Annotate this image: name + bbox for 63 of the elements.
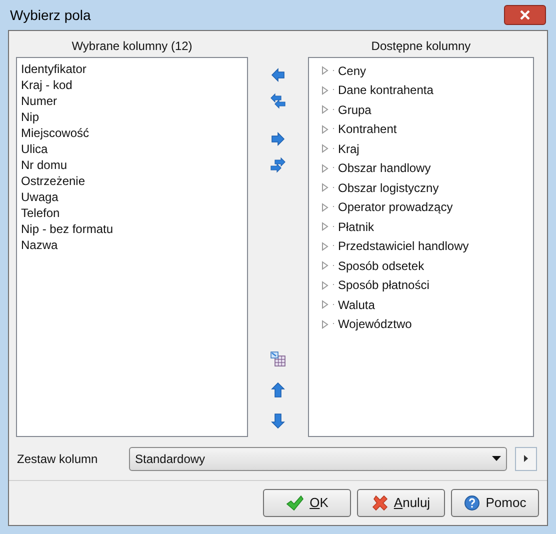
tree-item[interactable]: Dane kontrahenta [338,82,434,98]
expander-icon[interactable] [321,144,329,154]
tree-item[interactable]: Kontrahent [338,121,397,138]
column-set-label: Zestaw kolumn [17,450,99,468]
tree-item[interactable]: Sposób płatności [338,277,430,294]
arrow-right-icon [270,131,286,147]
list-item[interactable]: Nip - bez formatu [20,221,114,237]
list-item[interactable]: Nr domu [20,157,68,173]
cross-icon [372,495,388,511]
grid-columns-icon [270,351,286,367]
list-item[interactable]: Kraj - kod [20,77,74,93]
expander-icon[interactable] [321,183,329,192]
double-arrow-left-icon [270,93,286,109]
list-item[interactable]: Numer [20,93,58,109]
list-item[interactable]: Miejscowość [20,125,90,141]
expander-icon[interactable] [321,300,329,310]
available-columns-heading: Dostępne kolumny [370,38,472,55]
expander-icon[interactable] [321,261,329,270]
list-item[interactable]: Telefon [20,205,61,221]
expander-icon[interactable] [321,320,329,329]
tree-item[interactable]: Płatnik [338,218,374,235]
tree-item[interactable]: Województwo [338,316,412,332]
expander-icon[interactable] [321,202,329,212]
list-item[interactable]: Ostrzeżenie [20,173,86,189]
arrow-up-icon [270,382,286,398]
arrow-left-icon [270,67,286,83]
expander-icon[interactable] [321,66,329,76]
close-button[interactable] [504,5,546,25]
tree-item[interactable]: Ceny [338,62,366,79]
help-button[interactable]: Pomoc [451,489,539,517]
tree-item[interactable]: Kraj [338,140,360,157]
help-icon [464,495,480,511]
list-item[interactable]: Nip [20,109,40,125]
close-icon [520,10,530,20]
tree-item[interactable]: Operator prowadzący [338,199,453,216]
arrow-down-icon [270,413,286,429]
tree-item[interactable]: Przedstawiciel handlowy [338,238,469,254]
list-item[interactable]: Identyfikator [20,61,88,77]
caret-right-icon [524,455,528,462]
ok-button[interactable]: OK [263,489,351,517]
tree-item[interactable]: Waluta [338,296,375,313]
expander-icon[interactable] [321,242,329,251]
dropdown-caret-icon [492,456,501,461]
tree-item[interactable]: Obszar logistyczny [338,180,439,196]
more-button[interactable] [515,446,537,470]
expander-icon[interactable] [321,222,329,232]
list-item[interactable]: Uwaga [20,189,60,205]
tree-item[interactable]: Grupa [338,102,372,118]
expander-icon[interactable] [321,105,329,114]
expander-icon[interactable] [321,124,329,134]
window-title: Wybierz pola [10,6,91,25]
expander-icon[interactable] [321,86,329,95]
column-set-dropdown[interactable]: Standardowy [129,446,507,470]
expander-icon[interactable] [321,280,329,290]
tree-item[interactable]: Sposób odsetek [338,258,424,274]
selected-columns-heading: Wybrane kolumny (12) [70,38,194,55]
check-icon [286,495,304,511]
cancel-button[interactable]: Anuluj [357,489,445,517]
double-arrow-right-icon [270,157,286,173]
list-item[interactable]: Ulica [20,141,49,157]
list-item[interactable]: Nazwa [20,237,59,253]
expander-icon[interactable] [321,164,329,173]
tree-item[interactable]: Obszar handlowy [338,160,431,176]
